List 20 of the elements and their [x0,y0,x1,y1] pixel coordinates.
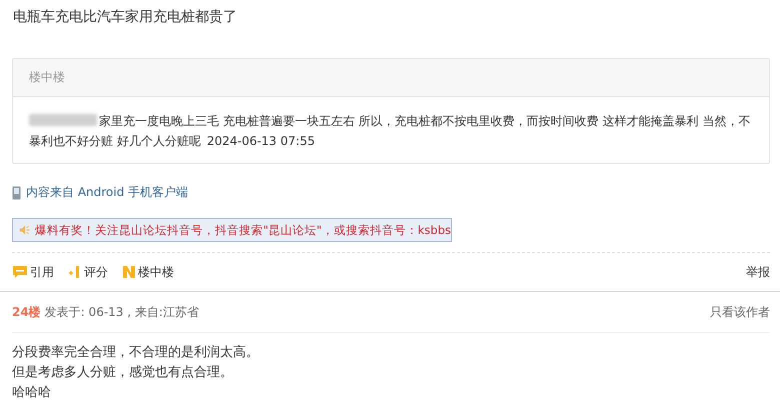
speaker-icon [19,223,32,237]
post-line: 分段费率完全合理，不合理的是利润太高。 [12,344,259,362]
post-line: 哈哈哈 [12,384,51,402]
post-meta: 发表于: 06-13 , 来自:江苏省 [44,304,199,320]
author-only-link[interactable]: 只看该作者 [710,304,770,320]
panel-header: 楼中楼 [29,69,65,86]
floor-number: 24楼 [12,304,41,320]
notice-text[interactable]: 爆料有奖！关注昆山论坛抖音号，抖音搜索"昆山论坛"，或搜索抖音号：ksbbs [35,222,451,238]
speech-bubble-icon [12,265,28,279]
reply-text: 家里充一度电晚上三毛 充电桩普遍要一块五左右 所以，充电桩都不按电里收费，而按时间收费 这样才能掩盖暴利 当然，不暴利也不好分赃 好几个人分赃呢 2024-06-13 07:55 [29,113,752,150]
action-button[interactable]: 楼中楼 [122,264,174,280]
action-button[interactable]: 引用 [12,264,54,280]
plus-one-icon [68,265,82,279]
report-link[interactable]: 举报 [746,264,770,280]
post-line: 但是考虑多人分赃，感觉也有点合理。 [12,364,233,382]
phone-icon [12,186,21,200]
post-title: 电瓶车充电比汽车家用充电桩都贵了 [13,8,237,26]
action-button[interactable]: 评分 [68,264,108,280]
client-link[interactable]: 内容来自 Android 手机客户端 [26,184,188,201]
n-badge-icon [122,265,136,279]
